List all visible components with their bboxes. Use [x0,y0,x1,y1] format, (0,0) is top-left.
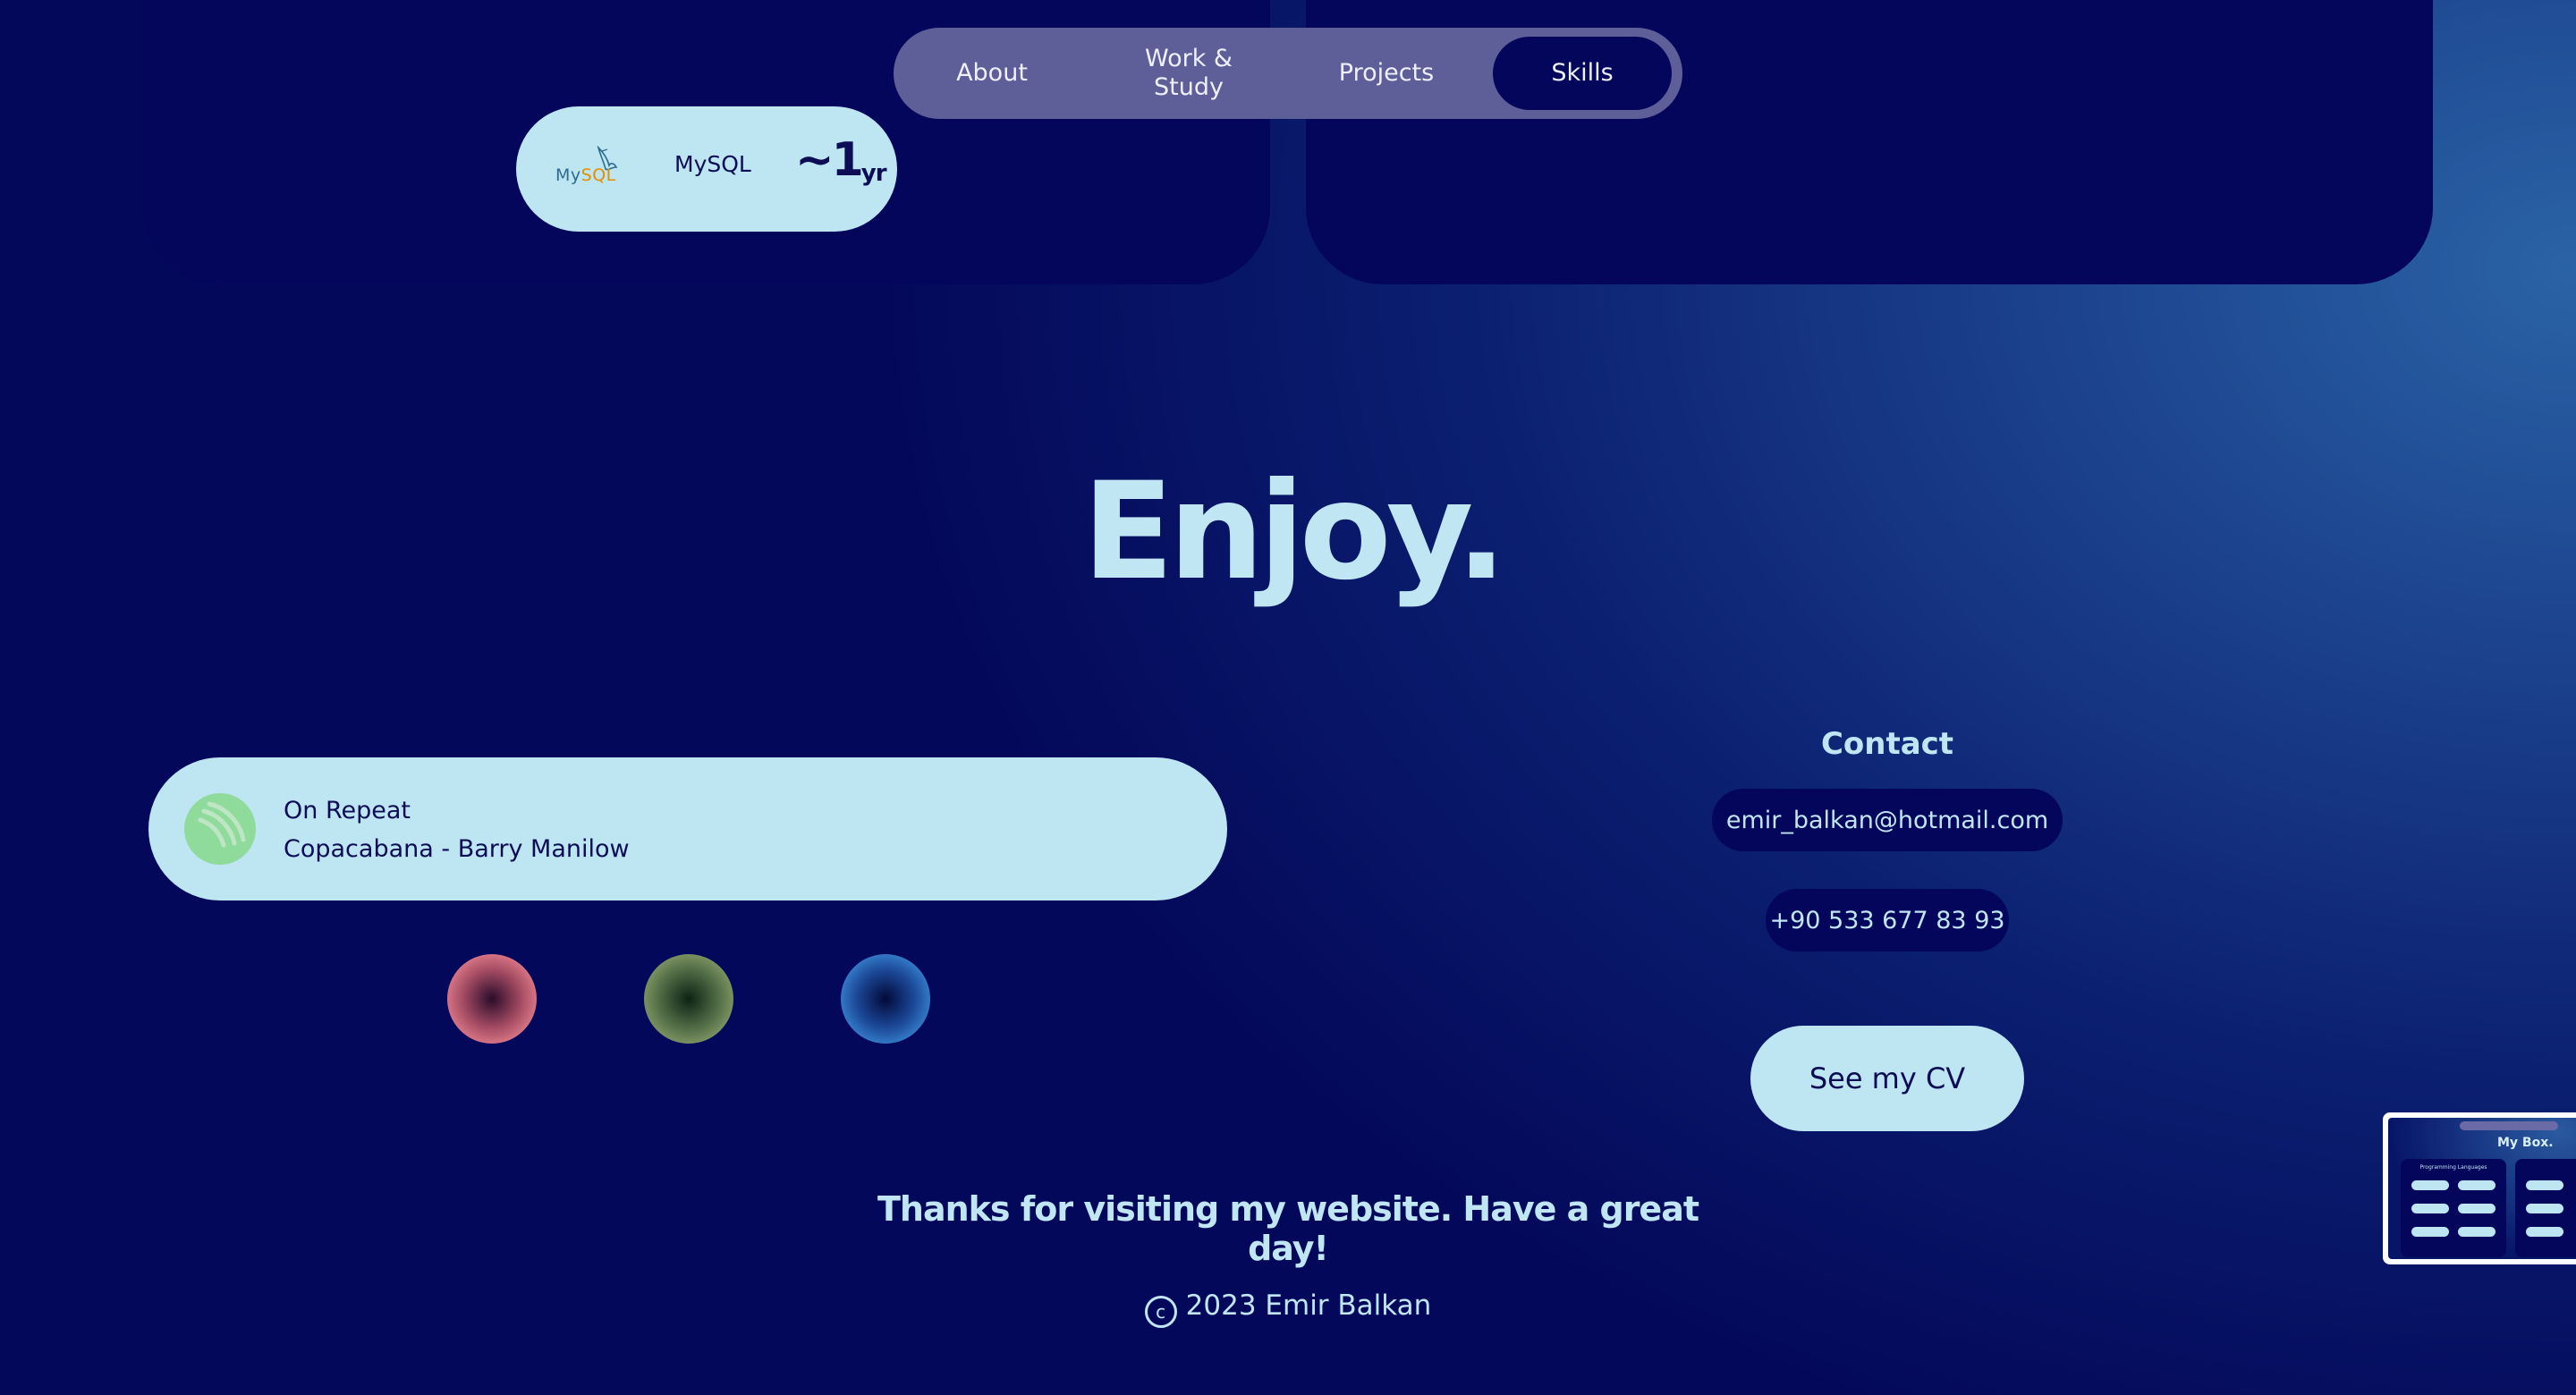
thumbnail-card-header: Programming Languages [2419,1164,2487,1171]
mysql-logo-icon: MySQL [552,146,627,199]
thumbnail-canvas: My Box. Programming Languages [2388,1118,2576,1259]
thumbnail-pill [2411,1204,2449,1213]
skill-years-value: ~1 [795,133,864,187]
contact-title: Contact [1820,726,1954,762]
thumbnail-card-left: Programming Languages [2401,1159,2506,1257]
theme-orb-pink[interactable] [447,954,537,1044]
now-playing-label: On Repeat [284,797,411,824]
thumbnail-pill [2458,1180,2496,1190]
thumbnail-pill [2526,1204,2563,1213]
thumbnail-card-right [2515,1159,2576,1257]
thumbnail-pill [2458,1204,2496,1213]
nav-item-skills[interactable]: Skills [1493,37,1672,110]
page-preview-thumbnail[interactable]: My Box. Programming Languages [2383,1112,2576,1264]
spotify-icon [184,793,256,865]
thumbnail-pill [2458,1227,2496,1237]
thumbnail-pill [2526,1227,2563,1237]
skill-experience: ~1yr [795,133,887,200]
thanks-message: Thanks for visiting my website. Have a g… [877,1189,1699,1268]
skill-pill-mysql: MySQL MySQL ~1yr [516,106,897,232]
skill-name: MySQL [674,151,751,177]
skill-years-unit: yr [860,160,887,187]
nav-item-work-study[interactable]: Work & Study [1099,37,1278,110]
thumbnail-pill [2411,1227,2449,1237]
now-playing-song: Copacabana - Barry Manilow [284,835,630,863]
thumbnail-nav [2460,1121,2558,1130]
see-cv-button[interactable]: See my CV [1750,1026,2024,1131]
thumbnail-title: My Box. [2497,1136,2554,1150]
phone-link[interactable]: +90 533 677 83 93 [1766,889,2009,951]
now-playing-card[interactable]: On Repeat Copacabana - Barry Manilow [148,757,1227,900]
mysql-logo-text-a: My [555,165,581,185]
enjoy-title: Enjoy. [1082,454,1507,610]
theme-orb-blue[interactable] [841,954,930,1044]
copyright-icon: c [1144,1296,1177,1328]
main-nav: About Work & Study Projects Skills [894,28,1682,119]
nav-item-projects[interactable]: Projects [1297,37,1476,110]
email-link[interactable]: emir_balkan@hotmail.com [1712,789,2063,851]
mysql-logo-text-b: SQL [580,165,616,185]
copyright: c 2023 Emir Balkan [1109,1289,1467,1328]
thumbnail-pill [2526,1180,2563,1190]
nav-item-about[interactable]: About [902,37,1081,110]
copyright-text: 2023 Emir Balkan [1185,1289,1432,1322]
thumbnail-pill [2411,1180,2449,1190]
theme-orb-green[interactable] [644,954,733,1044]
